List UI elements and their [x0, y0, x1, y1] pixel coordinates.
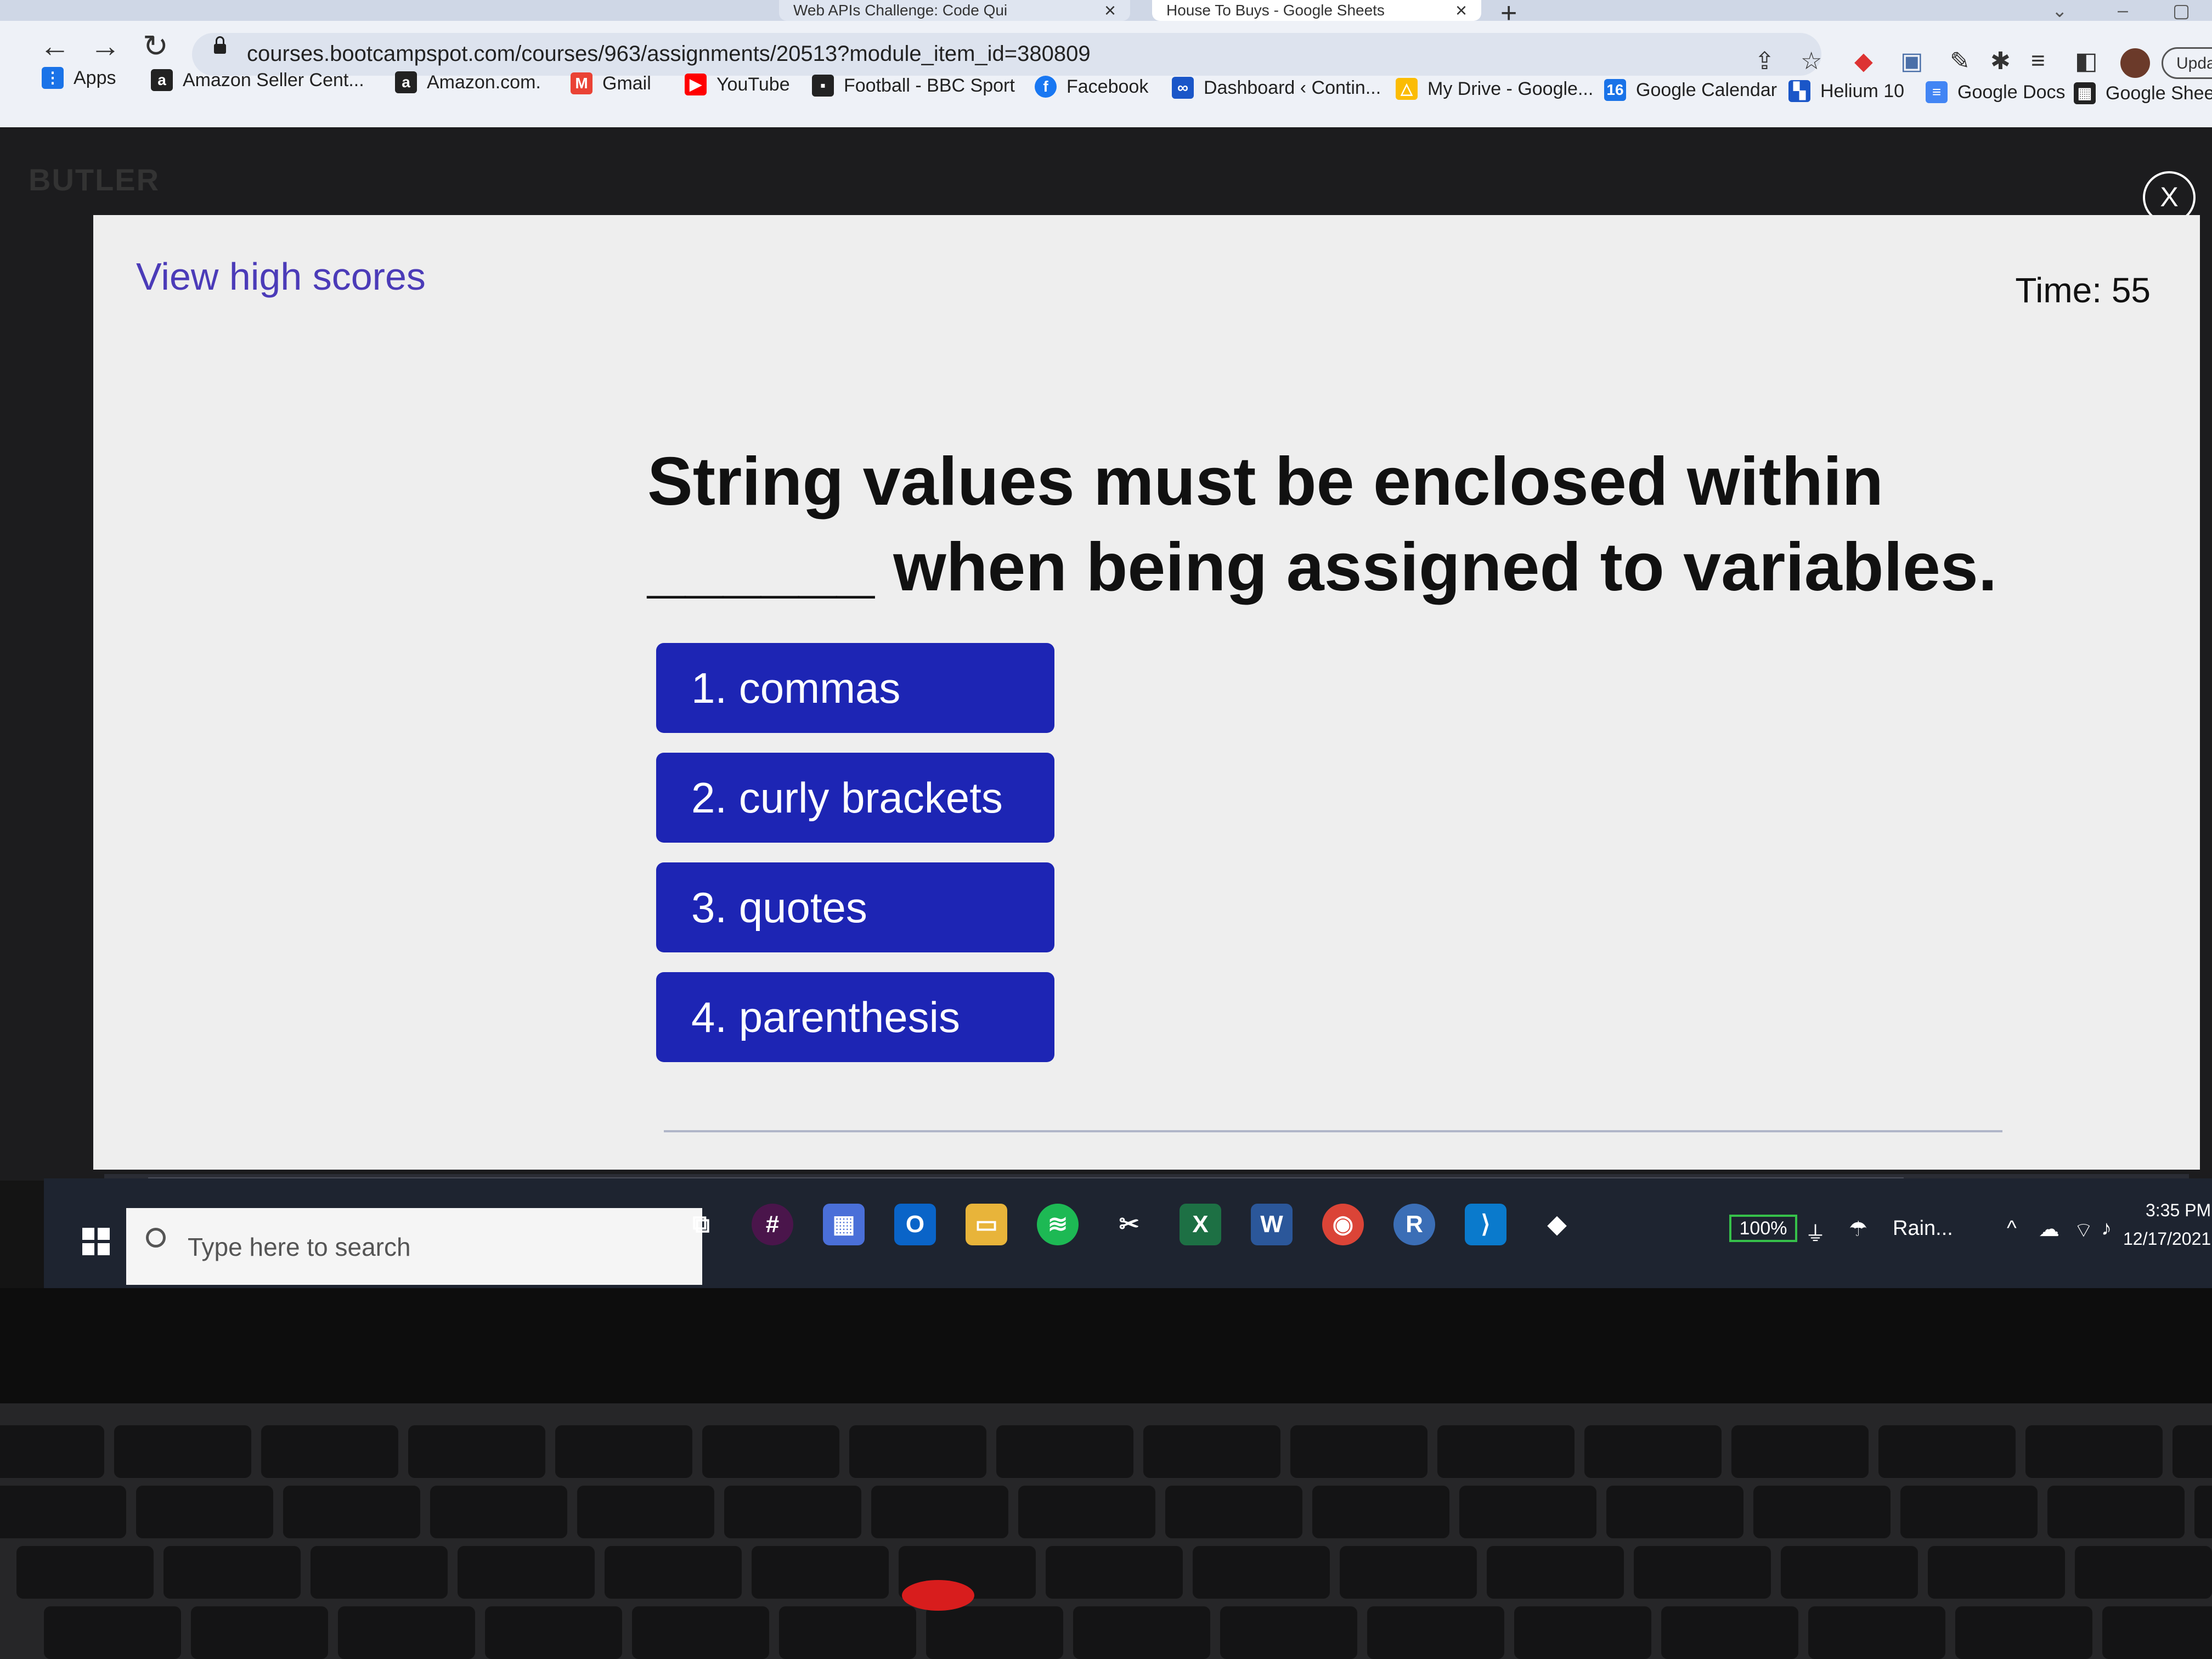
- bookmark-dashboard[interactable]: ∞ Dashboard ‹ Contin...: [1172, 77, 1381, 99]
- bookmark-google-drive[interactable]: △ My Drive - Google...: [1396, 78, 1593, 100]
- minimize-icon[interactable]: –: [2118, 0, 2128, 21]
- back-arrow-icon[interactable]: ←: [40, 31, 70, 61]
- bookmark-label: Google Calendar: [1636, 79, 1778, 100]
- chevron-up-icon[interactable]: ^: [2007, 1217, 2017, 1240]
- word-icon[interactable]: W: [1251, 1204, 1293, 1245]
- bookmark-bbc-football[interactable]: ▪ Football - BBC Sport: [812, 75, 1015, 97]
- close-tab-icon[interactable]: ×: [1455, 0, 1467, 22]
- clock-time: 3:35 PM: [2145, 1200, 2211, 1220]
- close-tab-icon[interactable]: ×: [1104, 0, 1116, 22]
- laptop-bezel: [0, 1288, 2212, 1403]
- spotify-icon[interactable]: ≋: [1037, 1204, 1079, 1245]
- bookmark-label: Apps: [74, 67, 116, 88]
- taskbar-clock[interactable]: 3:35 PM 12/17/2021: [2123, 1196, 2211, 1253]
- weather-icon[interactable]: ☂: [1849, 1217, 1867, 1242]
- quiz-question: String values must be enclosed within __…: [647, 444, 1997, 605]
- taskbar: Type here to search ⧉ # ▦ O ▭ ≋ ✂ X W ◉ …: [44, 1178, 2212, 1288]
- url-text[interactable]: courses.bootcampspot.com/courses/963/ass…: [247, 42, 1091, 66]
- bookmark-label: Google Docs: [1957, 81, 2066, 103]
- facebook-icon: f: [1035, 76, 1057, 98]
- answer-button-quotes[interactable]: 3. quotes: [656, 862, 1054, 952]
- tab-code-quiz[interactable]: Web APIs Challenge: Code Qui ×: [779, 0, 1130, 21]
- tab-strip: Web APIs Challenge: Code Qui × House To …: [0, 0, 2212, 29]
- chrome-icon[interactable]: ◉: [1322, 1204, 1364, 1245]
- quiz-card: View high scores Time: 55 String values …: [93, 215, 2200, 1170]
- answer-button-parenthesis[interactable]: 4. parenthesis: [656, 972, 1054, 1062]
- bookmark-label: Facebook: [1066, 76, 1149, 97]
- bookmark-google-sheets[interactable]: ▦ Google Sheets: [2074, 82, 2212, 104]
- answer-button-commas[interactable]: 1. commas: [656, 643, 1054, 733]
- bookmark-facebook[interactable]: f Facebook: [1035, 76, 1148, 98]
- bbc-icon: ▪: [812, 75, 834, 97]
- taskbar-search-input[interactable]: Type here to search: [126, 1208, 702, 1285]
- bookmark-label: Dashboard ‹ Contin...: [1204, 77, 1381, 98]
- dashboard-icon: ∞: [1172, 77, 1194, 99]
- excel-icon[interactable]: X: [1180, 1204, 1221, 1245]
- bookmark-label: Helium 10: [1820, 80, 1905, 101]
- bookmark-apps[interactable]: ⋮ Apps: [42, 67, 116, 89]
- reload-icon[interactable]: ↻: [143, 31, 168, 61]
- bookmark-amazon-seller[interactable]: a Amazon Seller Cent...: [151, 69, 364, 91]
- drive-icon: △: [1396, 78, 1418, 100]
- amazon-icon: a: [151, 69, 173, 91]
- apps-grid-icon: ⋮: [42, 67, 64, 89]
- calculator-icon[interactable]: ▦: [823, 1204, 865, 1245]
- bookmark-google-docs[interactable]: ≡ Google Docs: [1926, 81, 2066, 103]
- divider: [664, 1130, 2002, 1132]
- bookmark-label: Gmail: [602, 72, 651, 94]
- bookmarks-bar: ⋮ Apps a Amazon Seller Cent... a Amazon.…: [33, 67, 2212, 116]
- laptop-keyboard: [0, 1403, 2212, 1659]
- search-icon: [146, 1228, 166, 1248]
- vscode-icon[interactable]: ⟩: [1465, 1204, 1506, 1245]
- r-app-icon[interactable]: R: [1393, 1204, 1435, 1245]
- bookmark-label: Google Sheets: [2106, 82, 2212, 104]
- answer-button-curly-brackets[interactable]: 2. curly brackets: [656, 753, 1054, 843]
- bookmark-google-calendar[interactable]: 16 Google Calendar: [1604, 79, 1777, 101]
- view-high-scores-link[interactable]: View high scores: [136, 255, 426, 298]
- clock-date: 12/17/2021: [2123, 1229, 2211, 1249]
- task-view-icon[interactable]: ⧉: [680, 1204, 722, 1245]
- tab-label: Web APIs Challenge: Code Qui: [793, 2, 1008, 19]
- bookmark-amazon[interactable]: a Amazon.com.: [395, 71, 541, 93]
- gmail-icon: M: [571, 72, 592, 94]
- youtube-icon: ▶: [685, 74, 707, 95]
- slack-icon[interactable]: #: [752, 1204, 793, 1245]
- browser-window: Web APIs Challenge: Code Qui × House To …: [0, 0, 2212, 127]
- docs-icon: ≡: [1926, 81, 1948, 103]
- bookmark-helium-10[interactable]: ▚ Helium 10: [1788, 80, 1904, 102]
- snipping-tool-icon[interactable]: ✂: [1108, 1204, 1150, 1245]
- helium-icon: ▚: [1788, 80, 1810, 102]
- onedrive-icon[interactable]: ☁: [2039, 1217, 2059, 1242]
- search-placeholder: Type here to search: [188, 1233, 411, 1261]
- tab-label: House To Buys - Google Sheets: [1166, 2, 1385, 19]
- git-icon[interactable]: ◆: [1536, 1204, 1578, 1245]
- bookmark-label: Amazon Seller Cent...: [183, 69, 364, 91]
- bookmark-label: Amazon.com.: [427, 71, 541, 93]
- trackpoint-nub[interactable]: [902, 1580, 974, 1611]
- bookmark-label: YouTube: [716, 74, 790, 95]
- forward-arrow-icon[interactable]: →: [90, 31, 121, 61]
- tab-google-sheets[interactable]: House To Buys - Google Sheets ×: [1152, 0, 1481, 21]
- answer-choices: 1. commas 2. curly brackets 3. quotes 4.…: [656, 643, 1054, 1082]
- file-explorer-icon[interactable]: ▭: [966, 1204, 1007, 1245]
- lock-icon[interactable]: [214, 36, 226, 54]
- weather-text[interactable]: Rain...: [1893, 1217, 1953, 1240]
- amazon-icon: a: [395, 71, 417, 93]
- plug-icon: ⏚: [1805, 1223, 1826, 1246]
- windows-start-icon[interactable]: [66, 1211, 126, 1272]
- battery-indicator[interactable]: 100%: [1729, 1215, 1797, 1242]
- bookmark-youtube[interactable]: ▶ YouTube: [685, 74, 790, 95]
- sheets-icon: ▦: [2074, 82, 2096, 104]
- maximize-icon[interactable]: ▢: [2172, 0, 2190, 22]
- volume-icon[interactable]: ♪: [2101, 1217, 2112, 1240]
- site-brand: BUTLER: [29, 162, 160, 197]
- bookmark-label: Football - BBC Sport: [844, 75, 1015, 96]
- calendar-icon: 16: [1604, 79, 1626, 101]
- bookmark-gmail[interactable]: M Gmail: [571, 72, 651, 94]
- outlook-icon[interactable]: O: [894, 1204, 936, 1245]
- bookmark-label: My Drive - Google...: [1427, 78, 1594, 99]
- wifi-icon[interactable]: ⌔: [2074, 1217, 2094, 1243]
- tab-search-icon[interactable]: ⌄: [2052, 0, 2068, 22]
- quiz-timer: Time: 55: [2015, 270, 2151, 310]
